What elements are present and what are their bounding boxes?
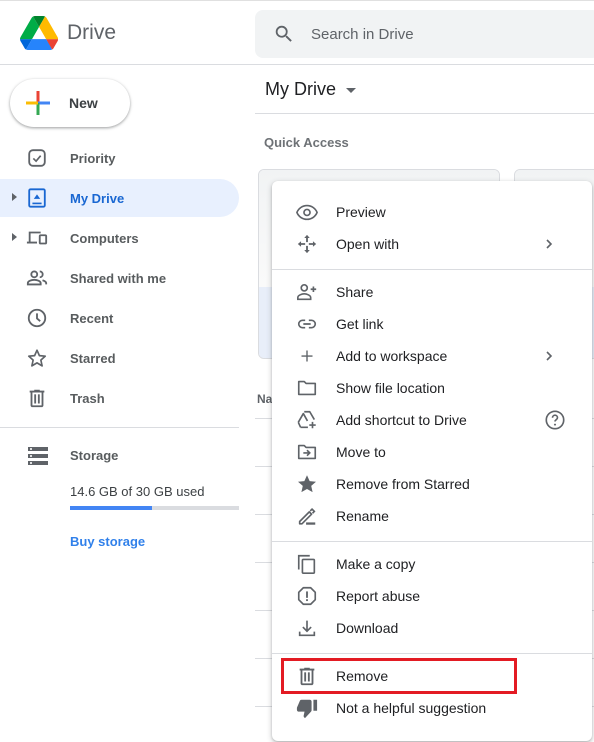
menu-item-move-to[interactable]: Move to xyxy=(272,436,592,468)
quick-access-heading: Quick Access xyxy=(264,135,349,150)
sidebar-item-trash[interactable]: Trash xyxy=(0,379,239,417)
open-with-icon xyxy=(297,234,317,254)
search-input[interactable] xyxy=(311,10,591,58)
priority-icon xyxy=(28,149,46,167)
name-column-header[interactable]: Na xyxy=(257,392,272,406)
menu-item-make-a-copy[interactable]: Make a copy xyxy=(272,548,592,580)
folder-icon xyxy=(297,380,317,396)
expand-arrow-icon[interactable] xyxy=(12,233,17,241)
sidebar-item-shared-with-me[interactable]: Shared with me xyxy=(0,259,239,297)
report-icon xyxy=(297,586,317,606)
plus-icon xyxy=(301,350,313,362)
sidebar-item-label: Priority xyxy=(70,151,116,166)
sidebar-item-label: Trash xyxy=(70,391,105,406)
sidebar-item-my-drive[interactable]: My Drive xyxy=(0,179,239,217)
move-to-icon xyxy=(297,444,317,460)
menu-divider xyxy=(272,653,592,654)
menu-divider xyxy=(272,269,592,270)
menu-item-label: Remove xyxy=(336,668,389,684)
main-divider xyxy=(255,113,594,114)
menu-item-label: Remove from Starred xyxy=(336,476,470,492)
new-button-label: New xyxy=(69,95,98,111)
download-icon xyxy=(298,620,316,637)
menu-item-label: Get link xyxy=(336,316,384,332)
menu-item-add-shortcut[interactable]: Add shortcut to Drive xyxy=(272,404,592,436)
copy-icon xyxy=(297,554,316,574)
menu-item-download[interactable]: Download xyxy=(272,612,592,644)
shared-icon xyxy=(26,270,48,286)
menu-item-remove-from-starred[interactable]: Remove from Starred xyxy=(272,468,592,500)
person-add-icon xyxy=(297,284,317,301)
menu-item-label: Add to workspace xyxy=(336,348,448,364)
sidebar-item-label: Computers xyxy=(70,231,139,246)
menu-item-label: Open with xyxy=(336,236,400,252)
menu-item-label: Move to xyxy=(336,444,386,460)
sidebar-item-computers[interactable]: Computers xyxy=(0,219,239,257)
chevron-right-icon xyxy=(546,351,553,361)
star-filled-icon xyxy=(298,475,316,493)
menu-item-label: Preview xyxy=(336,204,386,220)
trash-icon xyxy=(29,389,45,408)
page-title[interactable]: My Drive xyxy=(265,79,336,100)
thumbs-down-icon xyxy=(296,699,318,719)
sidebar-divider xyxy=(0,427,239,428)
menu-item-label: Rename xyxy=(336,508,389,524)
app-title: Drive xyxy=(67,21,117,44)
menu-item-label: Report abuse xyxy=(336,588,421,604)
menu-item-label: Share xyxy=(336,284,374,300)
context-menu: Preview Open with Share Get link Add to … xyxy=(272,181,592,741)
help-icon[interactable] xyxy=(544,409,566,431)
menu-item-remove[interactable]: Remove xyxy=(272,660,592,692)
app-header: Drive xyxy=(0,1,594,65)
storage-label[interactable]: Storage xyxy=(70,448,118,463)
sidebar-item-recent[interactable]: Recent xyxy=(0,299,239,337)
search-bar[interactable] xyxy=(255,10,594,58)
menu-item-label: Not a helpful suggestion xyxy=(336,700,487,716)
menu-item-add-to-workspace[interactable]: Add to workspace xyxy=(272,340,592,372)
pencil-icon xyxy=(298,507,316,525)
sidebar-item-label: Starred xyxy=(70,351,116,366)
menu-item-share[interactable]: Share xyxy=(272,276,592,308)
storage-progress-fill xyxy=(70,506,153,510)
menu-item-not-helpful[interactable]: Not a helpful suggestion xyxy=(272,692,592,724)
plus-icon xyxy=(26,91,50,115)
link-icon xyxy=(297,319,317,329)
eye-icon xyxy=(296,204,318,221)
star-icon xyxy=(27,349,47,367)
expand-arrow-icon[interactable] xyxy=(12,193,17,201)
storage-used-text: 14.6 GB of 30 GB used xyxy=(70,484,205,499)
drive-shortcut-icon xyxy=(297,410,316,429)
menu-item-rename[interactable]: Rename xyxy=(272,500,592,532)
menu-divider xyxy=(272,541,592,542)
search-icon[interactable] xyxy=(273,23,295,45)
caret-down-icon[interactable] xyxy=(346,88,356,93)
clock-icon xyxy=(27,308,47,328)
sidebar-item-label: Recent xyxy=(70,311,114,326)
sidebar-item-label: Shared with me xyxy=(70,271,167,286)
menu-item-get-link[interactable]: Get link xyxy=(272,308,592,340)
sidebar-item-starred[interactable]: Starred xyxy=(0,339,239,377)
trash-icon xyxy=(299,667,315,686)
menu-item-label: Add shortcut to Drive xyxy=(336,412,467,428)
menu-item-report-abuse[interactable]: Report abuse xyxy=(272,580,592,612)
new-button[interactable]: New xyxy=(10,79,130,127)
drive-logo-icon[interactable] xyxy=(20,15,58,51)
menu-item-show-file-location[interactable]: Show file location xyxy=(272,372,592,404)
menu-item-open-with[interactable]: Open with xyxy=(272,228,592,260)
storage-progress-bar xyxy=(70,506,239,510)
my-drive-icon xyxy=(28,188,46,208)
menu-item-preview[interactable]: Preview xyxy=(272,196,592,228)
chevron-right-icon xyxy=(546,239,553,249)
storage-icon xyxy=(28,447,48,465)
buy-storage-link[interactable]: Buy storage xyxy=(70,534,145,549)
sidebar-item-priority[interactable]: Priority xyxy=(0,139,239,177)
sidebar-item-label: My Drive xyxy=(70,191,125,206)
menu-item-label: Download xyxy=(336,620,399,636)
menu-item-label: Make a copy xyxy=(336,556,416,572)
computers-icon xyxy=(26,231,48,245)
menu-item-label: Show file location xyxy=(336,380,445,396)
